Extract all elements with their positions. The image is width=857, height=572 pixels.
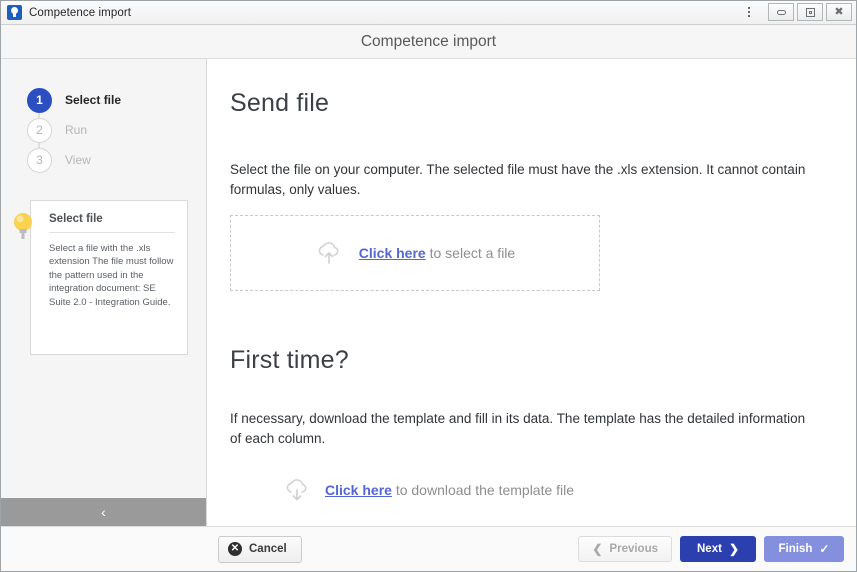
application-window: Competence import ✖ Competence import 1 …: [0, 0, 857, 572]
step-number-1: 1: [27, 87, 52, 113]
minimize-icon: [776, 9, 786, 15]
cloud-download-icon: [286, 479, 307, 501]
page-title: Competence import: [360, 32, 497, 50]
kebab-menu-icon[interactable]: [741, 3, 757, 21]
maximize-icon: [805, 7, 815, 17]
footer-right: ❮ Previous Next ❯ Finish ✓: [578, 536, 844, 562]
footer-toolbar: ✕ Cancel ❮ Previous Next ❯ Finish ✓: [1, 526, 856, 571]
chevron-left-icon: ❮: [592, 542, 603, 556]
first-time-description: If necessary, download the template and …: [230, 411, 806, 446]
lightbulb-app-icon: [7, 5, 22, 20]
step-number-3: 3: [27, 147, 52, 173]
minimize-button[interactable]: [768, 3, 794, 21]
step-indicator: 1 Select file 2 Run 3 View: [1, 59, 206, 175]
step-label-1: Select file: [65, 93, 122, 107]
main-content: Send file Select the file on your comput…: [207, 59, 856, 526]
next-button[interactable]: Next ❯: [680, 536, 756, 562]
download-template-text: Click here to download the template file: [325, 482, 574, 498]
select-file-link[interactable]: Click here: [359, 245, 426, 261]
dropzone-text: Click here to select a file: [359, 245, 515, 261]
chevron-right-icon: ❯: [728, 542, 739, 556]
send-file-description: Select the file on your computer. The se…: [230, 162, 806, 197]
finish-button-label: Finish: [778, 543, 813, 555]
download-template-rest: to download the template file: [391, 482, 575, 499]
maximize-button[interactable]: [797, 3, 823, 21]
lightbulb-icon: [14, 213, 32, 239]
previous-button-label: Previous: [609, 543, 658, 555]
close-icon: ✖: [834, 5, 844, 18]
os-title-bar: Competence import ✖: [1, 1, 856, 25]
sidebar-collapse-button[interactable]: ‹: [1, 498, 206, 526]
step-number-2: 2: [27, 117, 52, 143]
app-header: Competence import: [1, 25, 856, 59]
dropzone-inner: Click here to select a file: [315, 241, 515, 265]
step-label-2: Run: [65, 123, 88, 137]
cancel-button[interactable]: ✕ Cancel: [218, 535, 302, 563]
tip-panel: Select file Select a file with the .xls …: [14, 200, 188, 355]
tip-title: Select file: [49, 213, 175, 233]
sidebar: 1 Select file 2 Run 3 View Select file S…: [1, 59, 207, 526]
select-file-rest: to select a file: [425, 245, 516, 262]
cloud-upload-icon: [318, 242, 339, 264]
tip-text: Select a file with the .xls extension Th…: [49, 243, 174, 308]
section-heading-first-time: First time?: [230, 346, 349, 375]
download-template-link[interactable]: Click here: [325, 482, 392, 498]
sidebar-step-view[interactable]: 3 View: [1, 145, 206, 175]
tip-card: Select file Select a file with the .xls …: [30, 200, 188, 355]
next-button-label: Next: [697, 543, 722, 555]
step-label-3: View: [65, 153, 91, 167]
chevron-left-icon: ‹: [101, 504, 106, 520]
file-dropzone[interactable]: Click here to select a file: [230, 215, 600, 292]
previous-button[interactable]: ❮ Previous: [578, 536, 672, 562]
cancel-circle-icon: ✕: [228, 542, 242, 556]
cancel-button-label: Cancel: [249, 543, 287, 555]
footer-left: ✕ Cancel: [218, 535, 302, 563]
finish-button[interactable]: Finish ✓: [764, 536, 844, 562]
close-button[interactable]: ✖: [826, 3, 852, 21]
sidebar-step-select-file[interactable]: 1 Select file: [1, 85, 206, 115]
check-icon: ✓: [819, 542, 830, 556]
window-controls: ✖: [741, 3, 852, 21]
body: 1 Select file 2 Run 3 View Select file S…: [1, 59, 856, 526]
window-title: Competence import: [29, 6, 132, 19]
download-template-row[interactable]: Click here to download the template file: [230, 478, 816, 502]
sidebar-step-run[interactable]: 2 Run: [1, 115, 206, 145]
section-heading-send-file: Send file: [230, 89, 330, 117]
